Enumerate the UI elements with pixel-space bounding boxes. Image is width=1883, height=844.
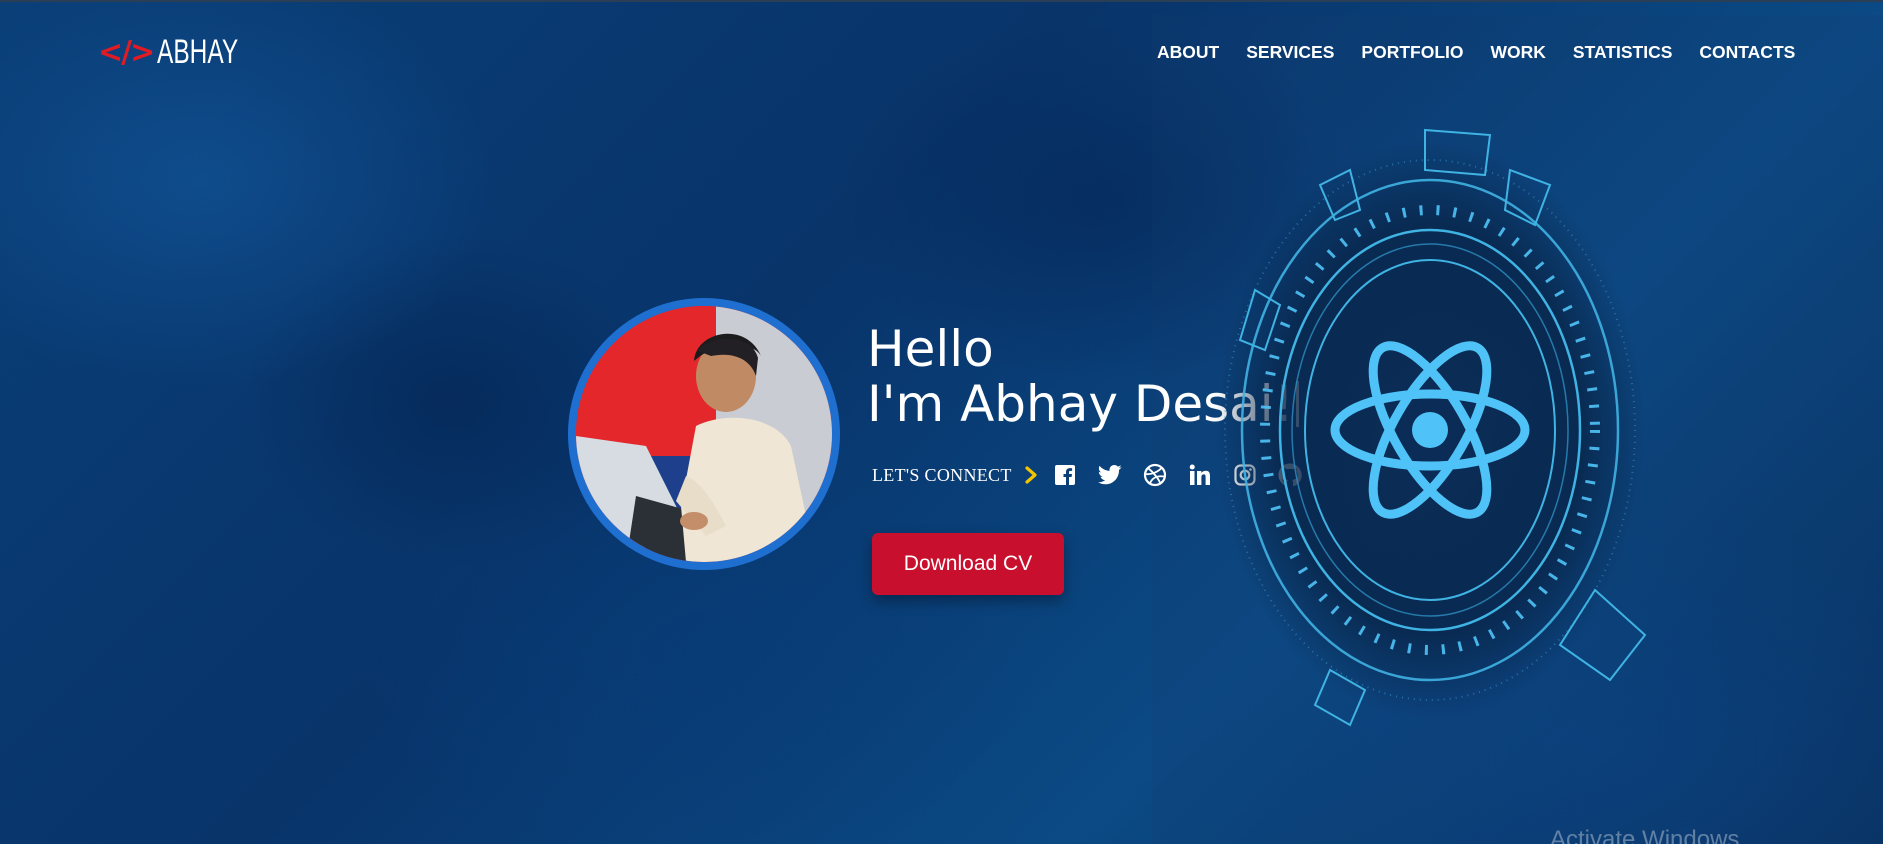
facebook-icon[interactable] [1052,462,1078,488]
main-nav: ABOUT SERVICES PORTFOLIO WORK STATISTICS… [1157,38,1822,67]
twitter-icon[interactable] [1097,462,1123,488]
code-brackets-icon: </> [98,34,155,70]
nav-item-portfolio[interactable]: PORTFOLIO [1361,38,1463,67]
nav-item-work[interactable]: WORK [1490,38,1545,67]
download-cv-button[interactable]: Download CV [872,533,1064,595]
nav-item-about[interactable]: ABOUT [1157,38,1219,67]
logo-text: ABHAY [157,32,239,71]
profile-avatar [568,298,840,570]
profile-photo [576,306,832,562]
dribbble-icon[interactable] [1142,462,1168,488]
os-activation-watermark: Activate Windows [1550,826,1740,844]
nav-item-contacts[interactable]: CONTACTS [1699,38,1795,67]
nav-item-services[interactable]: SERVICES [1246,38,1334,67]
nav-item-statistics[interactable]: STATISTICS [1573,38,1673,67]
site-logo[interactable]: </> ABHAY [98,30,270,74]
chevron-right-icon [1025,466,1037,484]
react-atom-icon [1215,128,1647,727]
connect-label: LET'S CONNECT [872,464,1012,485]
top-border [0,0,1883,2]
